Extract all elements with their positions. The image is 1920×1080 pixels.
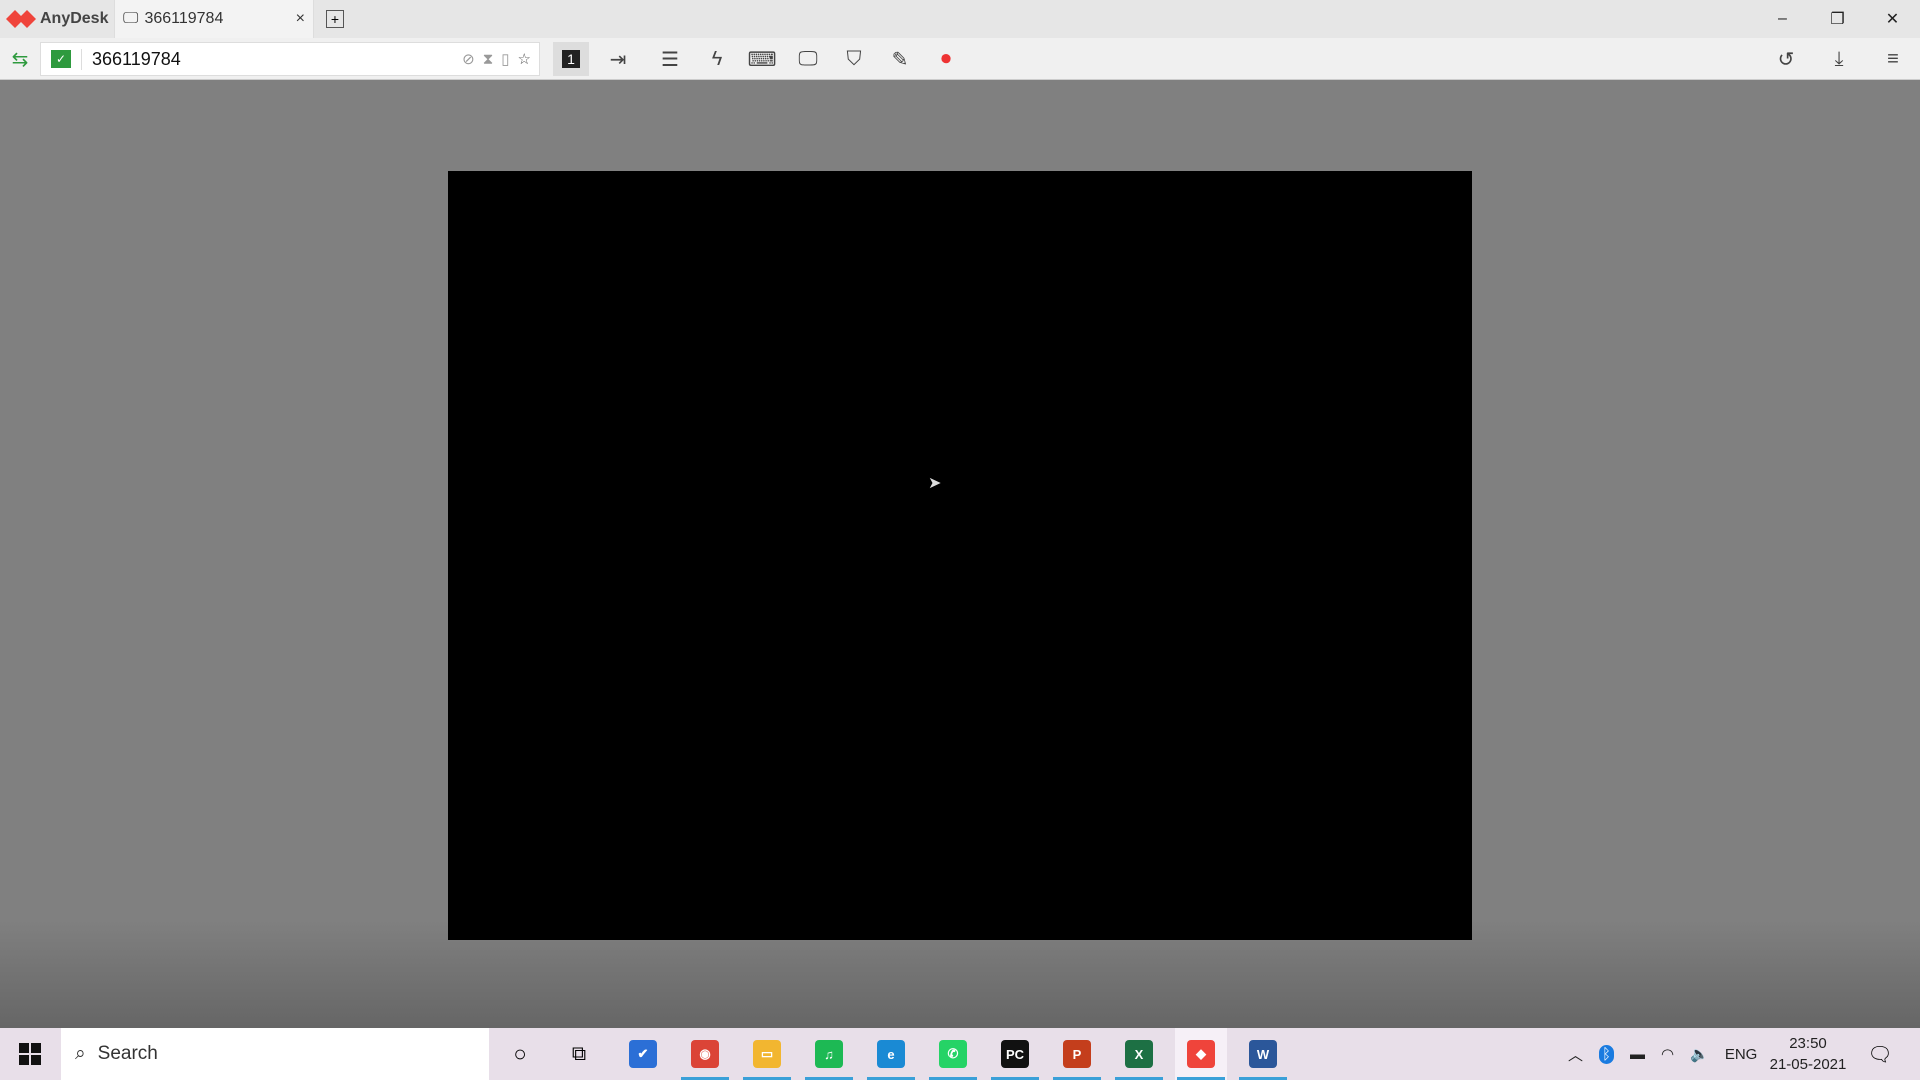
anydesk-logo: AnyDesk xyxy=(0,0,114,38)
word-icon: W xyxy=(1249,1040,1277,1068)
language-indicator[interactable]: ENG xyxy=(1725,1046,1758,1063)
toolbar: ⇆ ✓ 366119784 ⊘ ⧗ ▯ ☆ 1 ⇥ ☰ ϟ ⌨ 🖵 ⛉ ✎ ⏺ … xyxy=(0,38,1920,80)
taskbar-app-anydesk[interactable]: ◆ xyxy=(1175,1028,1227,1080)
address-bar[interactable]: ✓ 366119784 ⊘ ⧗ ▯ ☆ xyxy=(40,42,540,76)
permissions-icon[interactable]: ⛉ xyxy=(836,42,872,76)
taskbar-app-word[interactable]: W xyxy=(1237,1028,1289,1080)
new-tab-button[interactable]: + xyxy=(326,10,344,28)
mouse-cursor-icon: ➤ xyxy=(928,475,942,492)
pycharm-icon: PC xyxy=(1001,1040,1029,1068)
download-icon[interactable]: ⤓ xyxy=(1821,42,1857,76)
keyboard-icon[interactable]: ⌨ xyxy=(744,42,780,76)
taskbar-app-spotify[interactable]: ♫ xyxy=(803,1028,855,1080)
taskbar-app-powerpoint[interactable]: P xyxy=(1051,1028,1103,1080)
taskbar-app-whatsapp[interactable]: ✆ xyxy=(927,1028,979,1080)
verified-icon: ✓ xyxy=(51,50,71,68)
edge-icon: e xyxy=(877,1040,905,1068)
history-icon[interactable]: ↺ xyxy=(1768,42,1804,76)
search-icon: ⌕ xyxy=(75,1043,86,1064)
actions-icon[interactable]: ϟ xyxy=(699,42,735,76)
restore-button[interactable]: ❐ xyxy=(1810,0,1865,38)
close-tab-button[interactable]: × xyxy=(296,10,305,28)
spotify-icon: ♫ xyxy=(815,1040,843,1068)
chat-icon[interactable]: ☰ xyxy=(652,42,688,76)
show-hidden-icons[interactable]: ︿ xyxy=(1568,1044,1583,1065)
whiteboard-icon[interactable]: ✎ xyxy=(882,42,918,76)
excel-icon: X xyxy=(1125,1040,1153,1068)
volume-icon[interactable]: 🔈 xyxy=(1690,1045,1709,1063)
clock[interactable]: 23:50 21-05-2021 xyxy=(1766,1028,1850,1080)
anydesk-logo-icon xyxy=(6,10,36,28)
record-icon[interactable]: ⏺ xyxy=(928,42,964,76)
close-button[interactable]: ✕ xyxy=(1865,0,1920,38)
privacy-icon[interactable]: ⊘ xyxy=(462,50,475,68)
whatsapp-icon: ✆ xyxy=(939,1040,967,1068)
favorite-icon[interactable]: ☆ xyxy=(518,50,531,68)
start-button[interactable] xyxy=(4,1028,56,1080)
anydesk-icon: ◆ xyxy=(1187,1040,1215,1068)
search-box[interactable]: ⌕ Search xyxy=(61,1028,489,1080)
monitor-select-button[interactable]: 1 xyxy=(553,42,589,76)
file-transfer-icon[interactable]: ⇥ xyxy=(600,42,636,76)
monitor-icon: 🖵 xyxy=(123,10,139,27)
windows-icon xyxy=(19,1043,41,1065)
menu-icon[interactable]: ≡ xyxy=(1875,42,1911,76)
taskbar-app-todo[interactable]: ✔ xyxy=(617,1028,669,1080)
powerpoint-icon: P xyxy=(1063,1040,1091,1068)
file-explorer-icon: ▭ xyxy=(753,1040,781,1068)
taskbar-app-chrome[interactable]: ◉ xyxy=(679,1028,731,1080)
taskbar-app-excel[interactable]: X xyxy=(1113,1028,1165,1080)
remote-screen[interactable]: ➤ xyxy=(448,171,1472,940)
taskbar-app-pycharm[interactable]: PC xyxy=(989,1028,1041,1080)
minimize-button[interactable]: – xyxy=(1755,0,1810,38)
tab-session[interactable]: 🖵 366119784 × xyxy=(114,0,314,38)
cylinder-icon[interactable]: ▯ xyxy=(501,50,509,68)
title-bar: AnyDesk 🖵 366119784 × + – ❐ ✕ xyxy=(0,0,1920,38)
task-view-icon[interactable]: ⧉ xyxy=(553,1028,605,1080)
bluetooth-icon[interactable]: ᛒ xyxy=(1599,1044,1615,1064)
address-input[interactable]: 366119784 xyxy=(81,48,462,70)
taskbar: ⌕ Search ○ ⧉ ✔ ◉ ▭ ♫ e ✆ PC P X ◆ W ︿ ᛒ ▬ ◠ 🔈 ENG 2… xyxy=(0,1028,1920,1080)
cortana-icon[interactable]: ○ xyxy=(494,1028,546,1080)
display-icon[interactable]: 🖵 xyxy=(790,42,826,76)
notifications-icon[interactable]: 🗨 xyxy=(1854,1028,1906,1080)
todo-icon: ✔ xyxy=(629,1040,657,1068)
battery-icon[interactable]: ▬ xyxy=(1630,1046,1645,1063)
chrome-icon: ◉ xyxy=(691,1040,719,1068)
connection-status-icon[interactable]: ⇆ xyxy=(2,42,38,76)
hourglass-icon[interactable]: ⧗ xyxy=(483,51,494,68)
taskbar-app-file-explorer[interactable]: ▭ xyxy=(741,1028,793,1080)
wifi-icon[interactable]: ◠ xyxy=(1661,1045,1674,1063)
taskbar-app-edge[interactable]: e xyxy=(865,1028,917,1080)
